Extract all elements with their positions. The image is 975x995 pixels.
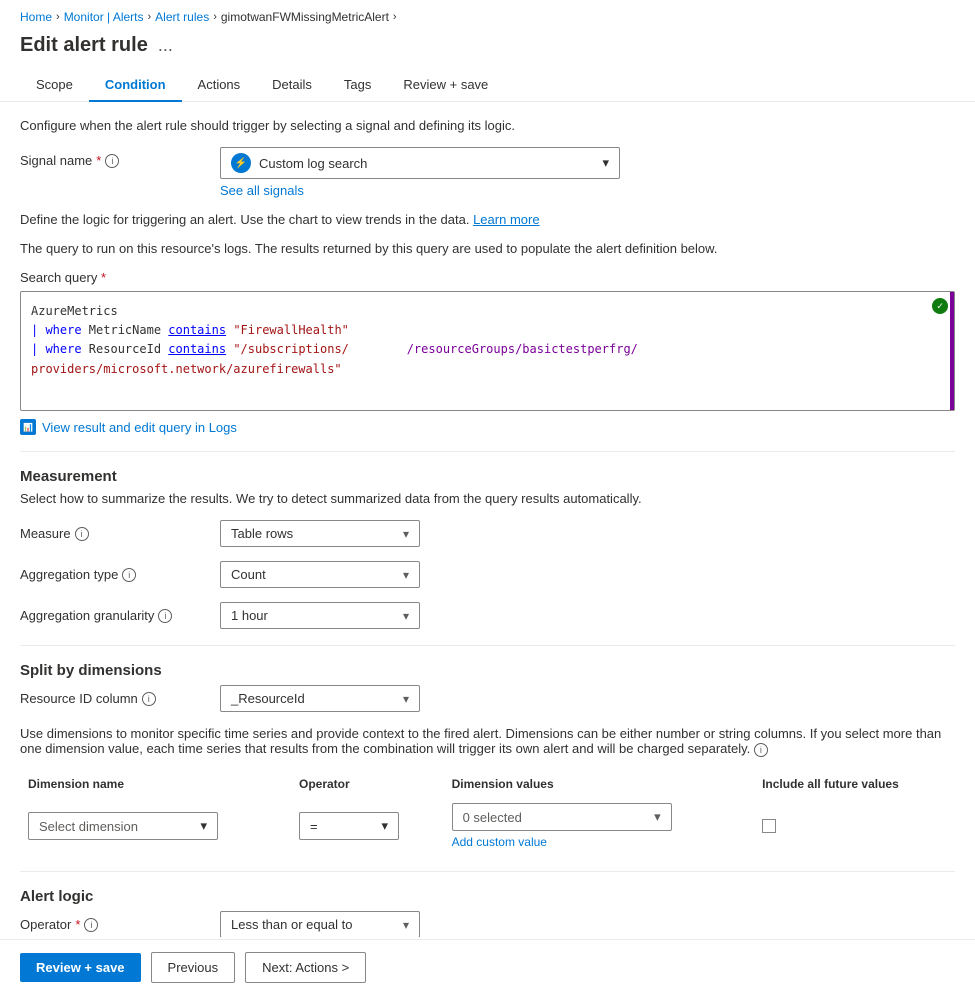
more-options-button[interactable]: ... <box>158 35 173 56</box>
query-line-4: providers/microsoft.network/azurefirewal… <box>31 360 944 379</box>
split-dimensions-desc: Use dimensions to monitor specific time … <box>20 726 955 757</box>
dimension-values-select[interactable]: 0 selected ▾ <box>452 803 672 831</box>
alert-logic-title: Alert logic <box>20 888 955 905</box>
search-query-section: Search query * AzureMetrics | where Metr… <box>20 270 955 435</box>
add-custom-value-link[interactable]: Add custom value <box>452 835 746 849</box>
resource-id-info-icon[interactable]: i <box>142 692 156 706</box>
signal-name-control: ⚡ Custom log search ▾ See all signals <box>220 147 955 198</box>
define-logic-desc: Define the logic for triggering an alert… <box>20 212 955 227</box>
signal-dropdown-chevron: ▾ <box>602 155 609 171</box>
include-future-checkbox-cell <box>762 819 947 833</box>
signal-name-info-icon[interactable]: i <box>105 154 119 168</box>
operator-header: Operator <box>291 771 444 797</box>
operator-select[interactable]: = ▾ <box>299 812 399 840</box>
review-save-button[interactable]: Review + save <box>20 953 141 982</box>
dimension-select-chevron: ▾ <box>200 818 207 834</box>
aggregation-granularity-info-icon[interactable]: i <box>158 609 172 623</box>
aggregation-type-chevron: ▾ <box>403 568 409 582</box>
split-by-dimensions-section: Split by dimensions Resource ID column i… <box>20 662 955 855</box>
values-chevron: ▾ <box>654 809 661 825</box>
operator-control: Less than or equal to ▾ <box>220 911 955 937</box>
resource-id-column-dropdown[interactable]: _ResourceId ▾ <box>220 685 420 712</box>
measurement-title: Measurement <box>20 468 955 485</box>
measure-control: Table rows ▾ <box>220 520 955 547</box>
include-future-header: Include all future values <box>754 771 955 797</box>
operator-info-icon[interactable]: i <box>84 918 98 932</box>
dim-name-header: Dimension name <box>20 771 291 797</box>
tab-tags[interactable]: Tags <box>328 69 387 102</box>
query-line-1: AzureMetrics <box>31 302 944 321</box>
page-title: Edit alert rule <box>20 34 148 57</box>
resource-id-column-row: Resource ID column i _ResourceId ▾ <box>20 685 955 712</box>
resource-id-column-control: _ResourceId ▾ <box>220 685 955 712</box>
split-dimensions-title: Split by dimensions <box>20 662 955 679</box>
include-future-checkbox[interactable] <box>762 819 776 833</box>
page-header: Edit alert rule ... <box>0 30 975 69</box>
measure-label: Measure i <box>20 520 220 541</box>
operator-row: Operator * i Less than or equal to ▾ <box>20 911 955 937</box>
measure-chevron: ▾ <box>403 527 409 541</box>
aggregation-granularity-control: 1 hour ▾ <box>220 602 955 629</box>
alert-logic-section: Alert logic Operator * i Less than or eq… <box>20 888 955 937</box>
view-logs-link[interactable]: 📊 View result and edit query in Logs <box>20 419 955 435</box>
main-content: Configure when the alert rule should tri… <box>0 102 975 937</box>
breadcrumb-home[interactable]: Home <box>20 10 52 24</box>
search-query-label: Search query * <box>20 270 955 285</box>
resource-id-column-label: Resource ID column i <box>20 685 220 706</box>
logs-icon: 📊 <box>20 419 36 435</box>
dimensions-table: Dimension name Operator Dimension values… <box>20 771 955 855</box>
search-query-box[interactable]: AzureMetrics | where MetricName contains… <box>20 291 955 411</box>
signal-name-value: Custom log search <box>259 156 594 171</box>
measure-dropdown[interactable]: Table rows ▾ <box>220 520 420 547</box>
measurement-section: Measurement Select how to summarize the … <box>20 468 955 629</box>
query-purple-bar <box>950 292 954 410</box>
operator-dropdown[interactable]: Less than or equal to ▾ <box>220 911 420 937</box>
tab-scope[interactable]: Scope <box>20 69 89 102</box>
dim-values-header: Dimension values <box>444 771 754 797</box>
signal-name-label: Signal name * i <box>20 147 220 168</box>
measure-info-icon[interactable]: i <box>75 527 89 541</box>
aggregation-type-dropdown[interactable]: Count ▾ <box>220 561 420 588</box>
breadcrumb-alert-rules[interactable]: Alert rules <box>155 10 209 24</box>
tab-bar: Scope Condition Actions Details Tags Rev… <box>0 69 975 102</box>
signal-name-row: Signal name * i ⚡ Custom log search ▾ Se… <box>20 147 955 198</box>
breadcrumb: Home › Monitor | Alerts › Alert rules › … <box>0 0 975 30</box>
query-line-2: | where MetricName contains "FirewallHea… <box>31 321 944 340</box>
query-valid-indicator: ✓ <box>932 298 948 314</box>
aggregation-type-info-icon[interactable]: i <box>122 568 136 582</box>
tab-actions[interactable]: Actions <box>182 69 257 102</box>
aggregation-type-label: Aggregation type i <box>20 561 220 582</box>
aggregation-type-row: Aggregation type i Count ▾ <box>20 561 955 588</box>
tab-condition[interactable]: Condition <box>89 69 182 102</box>
query-desc: The query to run on this resource's logs… <box>20 241 955 256</box>
learn-more-link[interactable]: Learn more <box>473 212 539 227</box>
aggregation-granularity-row: Aggregation granularity i 1 hour ▾ <box>20 602 955 629</box>
signal-name-dropdown[interactable]: ⚡ Custom log search ▾ <box>220 147 620 179</box>
resource-id-chevron: ▾ <box>403 692 409 706</box>
tab-details[interactable]: Details <box>256 69 328 102</box>
tab-review-save[interactable]: Review + save <box>387 69 504 102</box>
split-dimensions-info-icon[interactable]: i <box>754 743 768 757</box>
aggregation-granularity-chevron: ▾ <box>403 609 409 623</box>
measurement-desc: Select how to summarize the results. We … <box>20 491 955 506</box>
footer: Review + save Previous Next: Actions > <box>0 939 975 995</box>
aggregation-granularity-dropdown[interactable]: 1 hour ▾ <box>220 602 420 629</box>
next-button[interactable]: Next: Actions > <box>245 952 366 983</box>
dimension-select[interactable]: Select dimension ▾ <box>28 812 218 840</box>
breadcrumb-current: gimotwanFWMissingMetricAlert <box>221 10 389 24</box>
aggregation-type-control: Count ▾ <box>220 561 955 588</box>
query-line-3: | where ResourceId contains "/subscripti… <box>31 340 944 359</box>
previous-button[interactable]: Previous <box>151 952 236 983</box>
see-all-signals-link[interactable]: See all signals <box>220 183 304 198</box>
breadcrumb-monitor[interactable]: Monitor | Alerts <box>64 10 144 24</box>
operator-dropdown-chevron: ▾ <box>403 918 409 932</box>
operator-chevron: ▾ <box>381 818 388 834</box>
signal-type-icon: ⚡ <box>231 153 251 173</box>
operator-label: Operator * i <box>20 911 220 932</box>
measure-row: Measure i Table rows ▾ <box>20 520 955 547</box>
dimension-row: Select dimension ▾ = ▾ 0 selected <box>20 797 955 855</box>
aggregation-granularity-label: Aggregation granularity i <box>20 602 220 623</box>
condition-description: Configure when the alert rule should tri… <box>20 118 955 133</box>
